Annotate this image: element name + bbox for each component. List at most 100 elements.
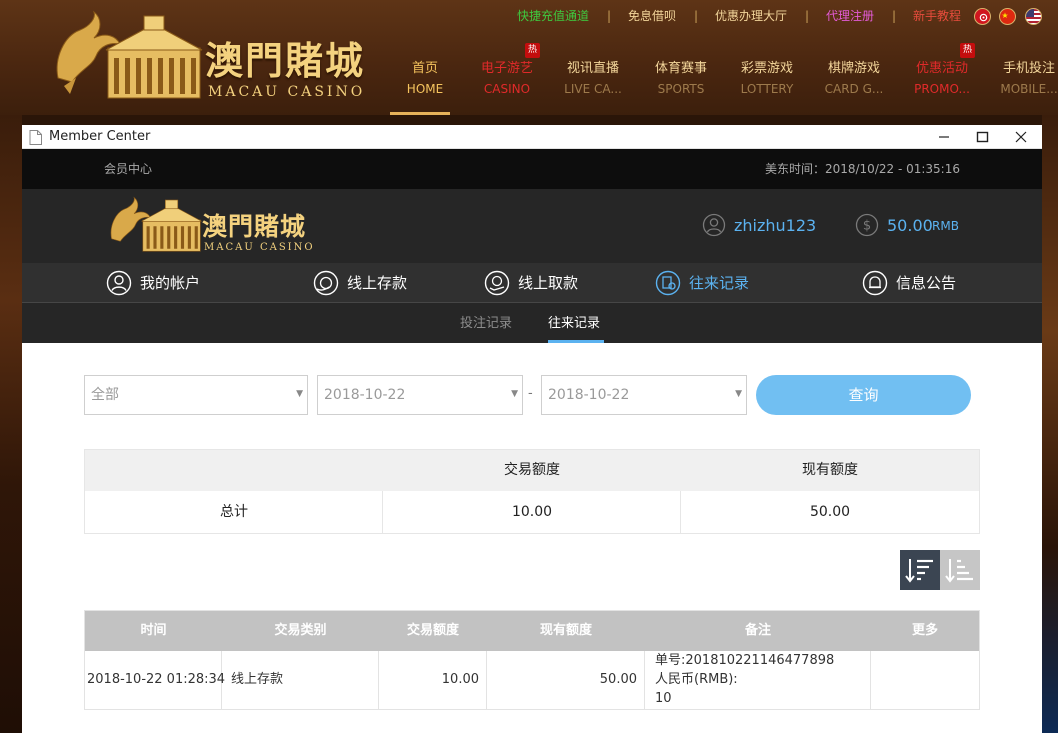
type-select[interactable]: 全部 ▼: [84, 375, 308, 415]
nav-casino-sublabel: CASINO: [483, 82, 531, 96]
hot-badge: 热: [960, 43, 975, 58]
member-logo-subtitle: MACAU CASINO: [204, 242, 315, 253]
date-from-select[interactable]: 2018-10-22 ▼: [317, 375, 523, 415]
nav-mobile[interactable]: 手机投注 MOBILE...: [994, 55, 1058, 115]
balance-amount: 50.00: [887, 216, 933, 235]
nav-promotions[interactable]: 热 优惠活动 PROMO...: [907, 43, 977, 115]
column-header-time: 时间: [140, 623, 167, 638]
china-flag-icon[interactable]: [999, 8, 1016, 25]
site-logo-title: 澳門賭城: [205, 38, 366, 83]
type-select-value: 全部: [91, 387, 119, 403]
usa-flag-icon[interactable]: [1025, 8, 1042, 25]
user-icon: [106, 270, 132, 296]
record-type: 线上存款: [231, 672, 284, 687]
column-header-type: 交易类别: [274, 623, 327, 638]
bell-icon: [862, 270, 888, 296]
nav-promo-sublabel: PROMO...: [914, 82, 970, 96]
dragon-palace-emblem-icon: [110, 196, 202, 252]
tab-online-deposit-label: 线上存款: [347, 274, 408, 292]
beginner-guide-link[interactable]: 新手教程: [913, 9, 961, 23]
sort-descending-button[interactable]: [900, 550, 940, 590]
nav-sports-label: 体育赛事: [654, 61, 707, 76]
date-from-value: 2018-10-22: [324, 387, 406, 403]
nav-live-casino[interactable]: 视讯直播 LIVE CA...: [558, 55, 628, 115]
user-avatar-icon: [702, 213, 726, 237]
date-to-select[interactable]: 2018-10-22 ▼: [541, 375, 747, 415]
close-button[interactable]: [1002, 125, 1040, 149]
server-time: 美东时间：2018/10/22 - 01:35:16: [764, 162, 960, 176]
username[interactable]: zhizhu123: [734, 216, 816, 235]
nav-card-games[interactable]: 棋牌游戏 CARD G...: [819, 55, 889, 115]
quick-recharge-link[interactable]: 快捷充值通道: [517, 9, 589, 23]
site-header: 快捷充值通道 | 免息借呗 | 优惠办理大厅 | 代理注册 | 新手教程 澳門賭…: [0, 0, 1058, 115]
nav-promo-label: 优惠活动: [915, 61, 968, 76]
sort-ascending-icon: [945, 559, 973, 583]
sort-descending-icon: [905, 559, 933, 583]
tab-transaction-records-label: 往来记录: [689, 274, 750, 292]
withdraw-icon: [484, 270, 510, 296]
subtab-transaction-records[interactable]: 往来记录: [548, 316, 600, 332]
query-button[interactable]: 查询: [756, 375, 971, 415]
divider: [644, 651, 645, 709]
nav-casino[interactable]: 热 电子游艺 CASINO: [472, 43, 542, 115]
minimize-button[interactable]: [925, 125, 963, 149]
separator: |: [607, 9, 612, 23]
tab-my-account-label: 我的帐户: [140, 274, 201, 292]
hong-kong-flag-icon[interactable]: [974, 8, 991, 25]
maximize-button[interactable]: [963, 125, 1001, 149]
separator: |: [694, 9, 699, 23]
nav-casino-label: 电子游艺: [480, 61, 533, 76]
member-topbar: 会员中心 美东时间：2018/10/22 - 01:35:16: [22, 149, 1042, 189]
summary-header-cell: 现有额度: [802, 462, 858, 478]
minimize-icon: [939, 136, 949, 138]
column-header-amount: 交易额度: [406, 623, 459, 638]
records-header-row: 时间 交易类别 交易额度 现有额度 备注 更多: [85, 611, 979, 651]
summary-current-balance: 50.00: [809, 504, 851, 520]
record-amount: 10.00: [441, 672, 479, 687]
subtab-active-underline: [548, 340, 604, 343]
column-header-balance: 现有额度: [539, 623, 592, 638]
sort-ascending-button[interactable]: [940, 550, 980, 590]
subtab-bet-records[interactable]: 投注记录: [460, 316, 512, 332]
summary-table: 交易额度 现有额度 总计 10.00 50.00: [84, 449, 980, 534]
nav-lottery[interactable]: 彩票游戏 LOTTERY: [732, 55, 802, 115]
hot-badge: 热: [525, 43, 540, 58]
document-icon: [29, 130, 42, 145]
agent-register-link[interactable]: 代理注册: [826, 9, 874, 23]
dragon-palace-emblem-icon: [56, 10, 203, 99]
summary-header-cell: 交易额度: [504, 462, 560, 478]
interest-free-loan-link[interactable]: 免息借呗: [628, 9, 676, 23]
breadcrumb[interactable]: 会员中心: [104, 162, 152, 176]
tab-online-withdraw-label: 线上取款: [518, 274, 579, 292]
nav-home[interactable]: 首页 HOME: [390, 55, 460, 115]
record-note-order: 单号:201810221146477898: [655, 653, 835, 668]
member-header: 澳門賭城 MACAU CASINO zhizhu123 $ 50.00 RMB: [22, 189, 1042, 263]
nav-sports[interactable]: 体育赛事 SPORTS: [646, 55, 716, 115]
member-logo-title: 澳門賭城: [202, 212, 307, 241]
maximize-icon: [976, 131, 989, 143]
background-decoration-left: [0, 115, 22, 733]
svg-text:$: $: [863, 219, 871, 234]
date-range-separator: -: [528, 386, 533, 401]
close-icon: [1015, 131, 1027, 143]
summary-transaction-amount: 10.00: [511, 504, 553, 520]
nav-mobile-label: 手机投注: [1002, 61, 1055, 76]
divider: [870, 651, 871, 709]
site-logo-subtitle: MACAU CASINO: [208, 84, 366, 100]
nav-active-underline: [390, 112, 450, 115]
site-logo[interactable]: 澳門賭城 MACAU CASINO: [50, 8, 370, 104]
record-balance: 50.00: [599, 672, 637, 687]
member-logo[interactable]: 澳門賭城 MACAU CASINO: [106, 195, 313, 255]
caret-down-icon: ▼: [511, 389, 518, 399]
record-note-currency: 人民币(RMB):: [655, 672, 738, 687]
deposit-icon: [313, 270, 339, 296]
column-header-note: 备注: [744, 623, 771, 638]
coin-icon: $: [855, 213, 879, 237]
member-center-window: Member Center 会员中心 美东时间：2018/10/22 - 01:…: [22, 125, 1042, 733]
window-titlebar[interactable]: Member Center: [22, 125, 1042, 149]
date-to-value: 2018-10-22: [548, 387, 630, 403]
nav-mobile-sublabel: MOBILE...: [1000, 82, 1058, 96]
promo-hall-link[interactable]: 优惠办理大厅: [715, 9, 787, 23]
column-header-more: 更多: [911, 623, 938, 638]
background-decoration-right: [1042, 115, 1058, 733]
